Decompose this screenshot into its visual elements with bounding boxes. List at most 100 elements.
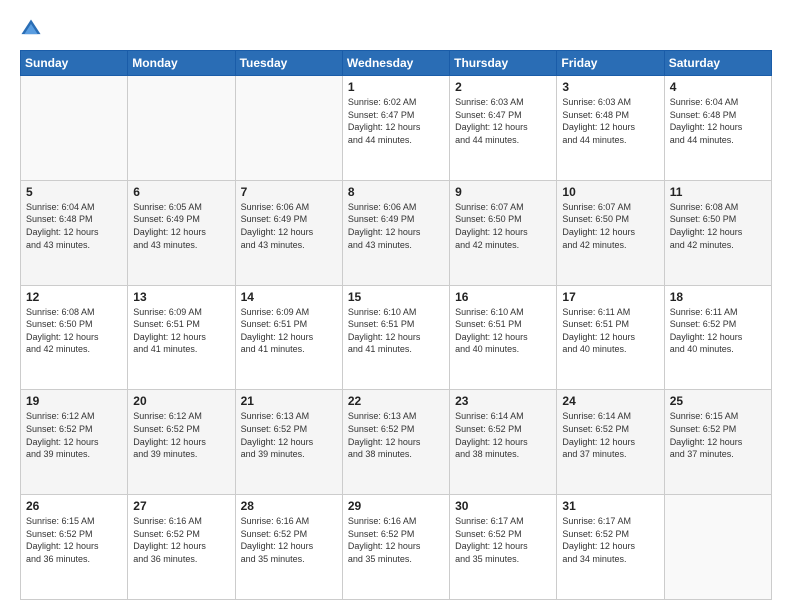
day-info: Sunrise: 6:13 AM Sunset: 6:52 PM Dayligh… bbox=[348, 410, 444, 460]
empty-cell bbox=[664, 495, 771, 600]
day-number: 7 bbox=[241, 185, 337, 199]
day-info: Sunrise: 6:15 AM Sunset: 6:52 PM Dayligh… bbox=[670, 410, 766, 460]
day-info: Sunrise: 6:16 AM Sunset: 6:52 PM Dayligh… bbox=[241, 515, 337, 565]
day-number: 20 bbox=[133, 394, 229, 408]
day-number: 26 bbox=[26, 499, 122, 513]
day-info: Sunrise: 6:07 AM Sunset: 6:50 PM Dayligh… bbox=[562, 201, 658, 251]
weekday-header-thursday: Thursday bbox=[450, 51, 557, 76]
weekday-row: SundayMondayTuesdayWednesdayThursdayFrid… bbox=[21, 51, 772, 76]
logo bbox=[20, 18, 44, 40]
calendar-day-7: 7Sunrise: 6:06 AM Sunset: 6:49 PM Daylig… bbox=[235, 180, 342, 285]
day-info: Sunrise: 6:14 AM Sunset: 6:52 PM Dayligh… bbox=[562, 410, 658, 460]
calendar-day-21: 21 Sunrise: 6:13 AM Sunset: 6:52 PM Dayli… bbox=[235, 390, 342, 495]
calendar-day-17: 17 Sunrise: 6:11 AM Sunset: 6:51 PM Dayli… bbox=[557, 285, 664, 390]
calendar-week-5: 26 Sunrise: 6:15 AM Sunset: 6:52 PM Dayli… bbox=[21, 495, 772, 600]
day-info: Sunrise: 6:03 AM Sunset: 6:47 PM Dayligh… bbox=[455, 96, 551, 146]
day-number: 6 bbox=[133, 185, 229, 199]
day-number: 21 bbox=[241, 394, 337, 408]
day-info: Sunrise: 6:16 AM Sunset: 6:52 PM Dayligh… bbox=[348, 515, 444, 565]
day-info: Sunrise: 6:04 AM Sunset: 6:48 PM Dayligh… bbox=[26, 201, 122, 251]
calendar-week-4: 19 Sunrise: 6:12 AM Sunset: 6:52 PM Dayli… bbox=[21, 390, 772, 495]
calendar-week-2: 5 Sunrise: 6:04 AM Sunset: 6:48 PM Daylig… bbox=[21, 180, 772, 285]
day-info: Sunrise: 6:12 AM Sunset: 6:52 PM Dayligh… bbox=[133, 410, 229, 460]
day-number: 15 bbox=[348, 290, 444, 304]
calendar-day-12: 12 Sunrise: 6:08 AM Sunset: 6:50 PM Dayli… bbox=[21, 285, 128, 390]
calendar-day-15: 15 Sunrise: 6:10 AM Sunset: 6:51 PM Dayli… bbox=[342, 285, 449, 390]
day-info: Sunrise: 6:08 AM Sunset: 6:50 PM Dayligh… bbox=[26, 306, 122, 356]
calendar-day-4: 4Sunrise: 6:04 AM Sunset: 6:48 PM Daylig… bbox=[664, 76, 771, 181]
day-number: 4 bbox=[670, 80, 766, 94]
weekday-header-saturday: Saturday bbox=[664, 51, 771, 76]
weekday-header-monday: Monday bbox=[128, 51, 235, 76]
day-info: Sunrise: 6:17 AM Sunset: 6:52 PM Dayligh… bbox=[455, 515, 551, 565]
calendar-day-26: 26 Sunrise: 6:15 AM Sunset: 6:52 PM Dayli… bbox=[21, 495, 128, 600]
calendar-day-31: 31 Sunrise: 6:17 AM Sunset: 6:52 PM Dayli… bbox=[557, 495, 664, 600]
calendar-week-1: 1Sunrise: 6:02 AM Sunset: 6:47 PM Daylig… bbox=[21, 76, 772, 181]
day-number: 24 bbox=[562, 394, 658, 408]
day-info: Sunrise: 6:10 AM Sunset: 6:51 PM Dayligh… bbox=[348, 306, 444, 356]
day-number: 17 bbox=[562, 290, 658, 304]
day-number: 14 bbox=[241, 290, 337, 304]
empty-cell bbox=[128, 76, 235, 181]
calendar-day-27: 27 Sunrise: 6:16 AM Sunset: 6:52 PM Dayli… bbox=[128, 495, 235, 600]
calendar-day-28: 28 Sunrise: 6:16 AM Sunset: 6:52 PM Dayli… bbox=[235, 495, 342, 600]
day-number: 2 bbox=[455, 80, 551, 94]
day-number: 9 bbox=[455, 185, 551, 199]
day-number: 10 bbox=[562, 185, 658, 199]
calendar-header: SundayMondayTuesdayWednesdayThursdayFrid… bbox=[21, 51, 772, 76]
day-number: 22 bbox=[348, 394, 444, 408]
day-info: Sunrise: 6:12 AM Sunset: 6:52 PM Dayligh… bbox=[26, 410, 122, 460]
day-number: 18 bbox=[670, 290, 766, 304]
calendar-day-29: 29 Sunrise: 6:16 AM Sunset: 6:52 PM Dayli… bbox=[342, 495, 449, 600]
calendar-day-13: 13Sunrise: 6:09 AM Sunset: 6:51 PM Dayli… bbox=[128, 285, 235, 390]
day-info: Sunrise: 6:11 AM Sunset: 6:52 PM Dayligh… bbox=[670, 306, 766, 356]
calendar-day-20: 20 Sunrise: 6:12 AM Sunset: 6:52 PM Dayli… bbox=[128, 390, 235, 495]
day-info: Sunrise: 6:16 AM Sunset: 6:52 PM Dayligh… bbox=[133, 515, 229, 565]
day-info: Sunrise: 6:17 AM Sunset: 6:52 PM Dayligh… bbox=[562, 515, 658, 565]
day-number: 8 bbox=[348, 185, 444, 199]
day-info: Sunrise: 6:14 AM Sunset: 6:52 PM Dayligh… bbox=[455, 410, 551, 460]
day-number: 29 bbox=[348, 499, 444, 513]
day-number: 31 bbox=[562, 499, 658, 513]
day-info: Sunrise: 6:06 AM Sunset: 6:49 PM Dayligh… bbox=[348, 201, 444, 251]
calendar-day-11: 11 Sunrise: 6:08 AM Sunset: 6:50 PM Dayli… bbox=[664, 180, 771, 285]
day-number: 23 bbox=[455, 394, 551, 408]
logo-icon bbox=[20, 18, 42, 40]
day-number: 19 bbox=[26, 394, 122, 408]
calendar-day-3: 3 Sunrise: 6:03 AM Sunset: 6:48 PM Daylig… bbox=[557, 76, 664, 181]
weekday-header-wednesday: Wednesday bbox=[342, 51, 449, 76]
calendar-day-23: 23 Sunrise: 6:14 AM Sunset: 6:52 PM Dayli… bbox=[450, 390, 557, 495]
day-number: 28 bbox=[241, 499, 337, 513]
calendar-day-14: 14Sunrise: 6:09 AM Sunset: 6:51 PM Dayli… bbox=[235, 285, 342, 390]
day-info: Sunrise: 6:15 AM Sunset: 6:52 PM Dayligh… bbox=[26, 515, 122, 565]
day-number: 3 bbox=[562, 80, 658, 94]
day-info: Sunrise: 6:07 AM Sunset: 6:50 PM Dayligh… bbox=[455, 201, 551, 251]
calendar-day-6: 6Sunrise: 6:05 AM Sunset: 6:49 PM Daylig… bbox=[128, 180, 235, 285]
calendar-week-3: 12 Sunrise: 6:08 AM Sunset: 6:50 PM Dayli… bbox=[21, 285, 772, 390]
empty-cell bbox=[21, 76, 128, 181]
calendar-day-2: 2 Sunrise: 6:03 AM Sunset: 6:47 PM Daylig… bbox=[450, 76, 557, 181]
day-number: 11 bbox=[670, 185, 766, 199]
calendar-day-5: 5 Sunrise: 6:04 AM Sunset: 6:48 PM Daylig… bbox=[21, 180, 128, 285]
weekday-header-sunday: Sunday bbox=[21, 51, 128, 76]
calendar-body: 1Sunrise: 6:02 AM Sunset: 6:47 PM Daylig… bbox=[21, 76, 772, 600]
day-number: 13 bbox=[133, 290, 229, 304]
day-number: 5 bbox=[26, 185, 122, 199]
day-info: Sunrise: 6:11 AM Sunset: 6:51 PM Dayligh… bbox=[562, 306, 658, 356]
calendar-day-19: 19 Sunrise: 6:12 AM Sunset: 6:52 PM Dayli… bbox=[21, 390, 128, 495]
day-info: Sunrise: 6:10 AM Sunset: 6:51 PM Dayligh… bbox=[455, 306, 551, 356]
calendar-day-8: 8 Sunrise: 6:06 AM Sunset: 6:49 PM Daylig… bbox=[342, 180, 449, 285]
day-info: Sunrise: 6:03 AM Sunset: 6:48 PM Dayligh… bbox=[562, 96, 658, 146]
day-info: Sunrise: 6:08 AM Sunset: 6:50 PM Dayligh… bbox=[670, 201, 766, 251]
day-number: 12 bbox=[26, 290, 122, 304]
calendar-day-9: 9 Sunrise: 6:07 AM Sunset: 6:50 PM Daylig… bbox=[450, 180, 557, 285]
day-number: 16 bbox=[455, 290, 551, 304]
calendar-table: SundayMondayTuesdayWednesdayThursdayFrid… bbox=[20, 50, 772, 600]
weekday-header-tuesday: Tuesday bbox=[235, 51, 342, 76]
day-info: Sunrise: 6:13 AM Sunset: 6:52 PM Dayligh… bbox=[241, 410, 337, 460]
day-number: 27 bbox=[133, 499, 229, 513]
day-number: 25 bbox=[670, 394, 766, 408]
calendar-day-30: 30Sunrise: 6:17 AM Sunset: 6:52 PM Dayli… bbox=[450, 495, 557, 600]
calendar-day-22: 22 Sunrise: 6:13 AM Sunset: 6:52 PM Dayli… bbox=[342, 390, 449, 495]
header bbox=[20, 18, 772, 40]
